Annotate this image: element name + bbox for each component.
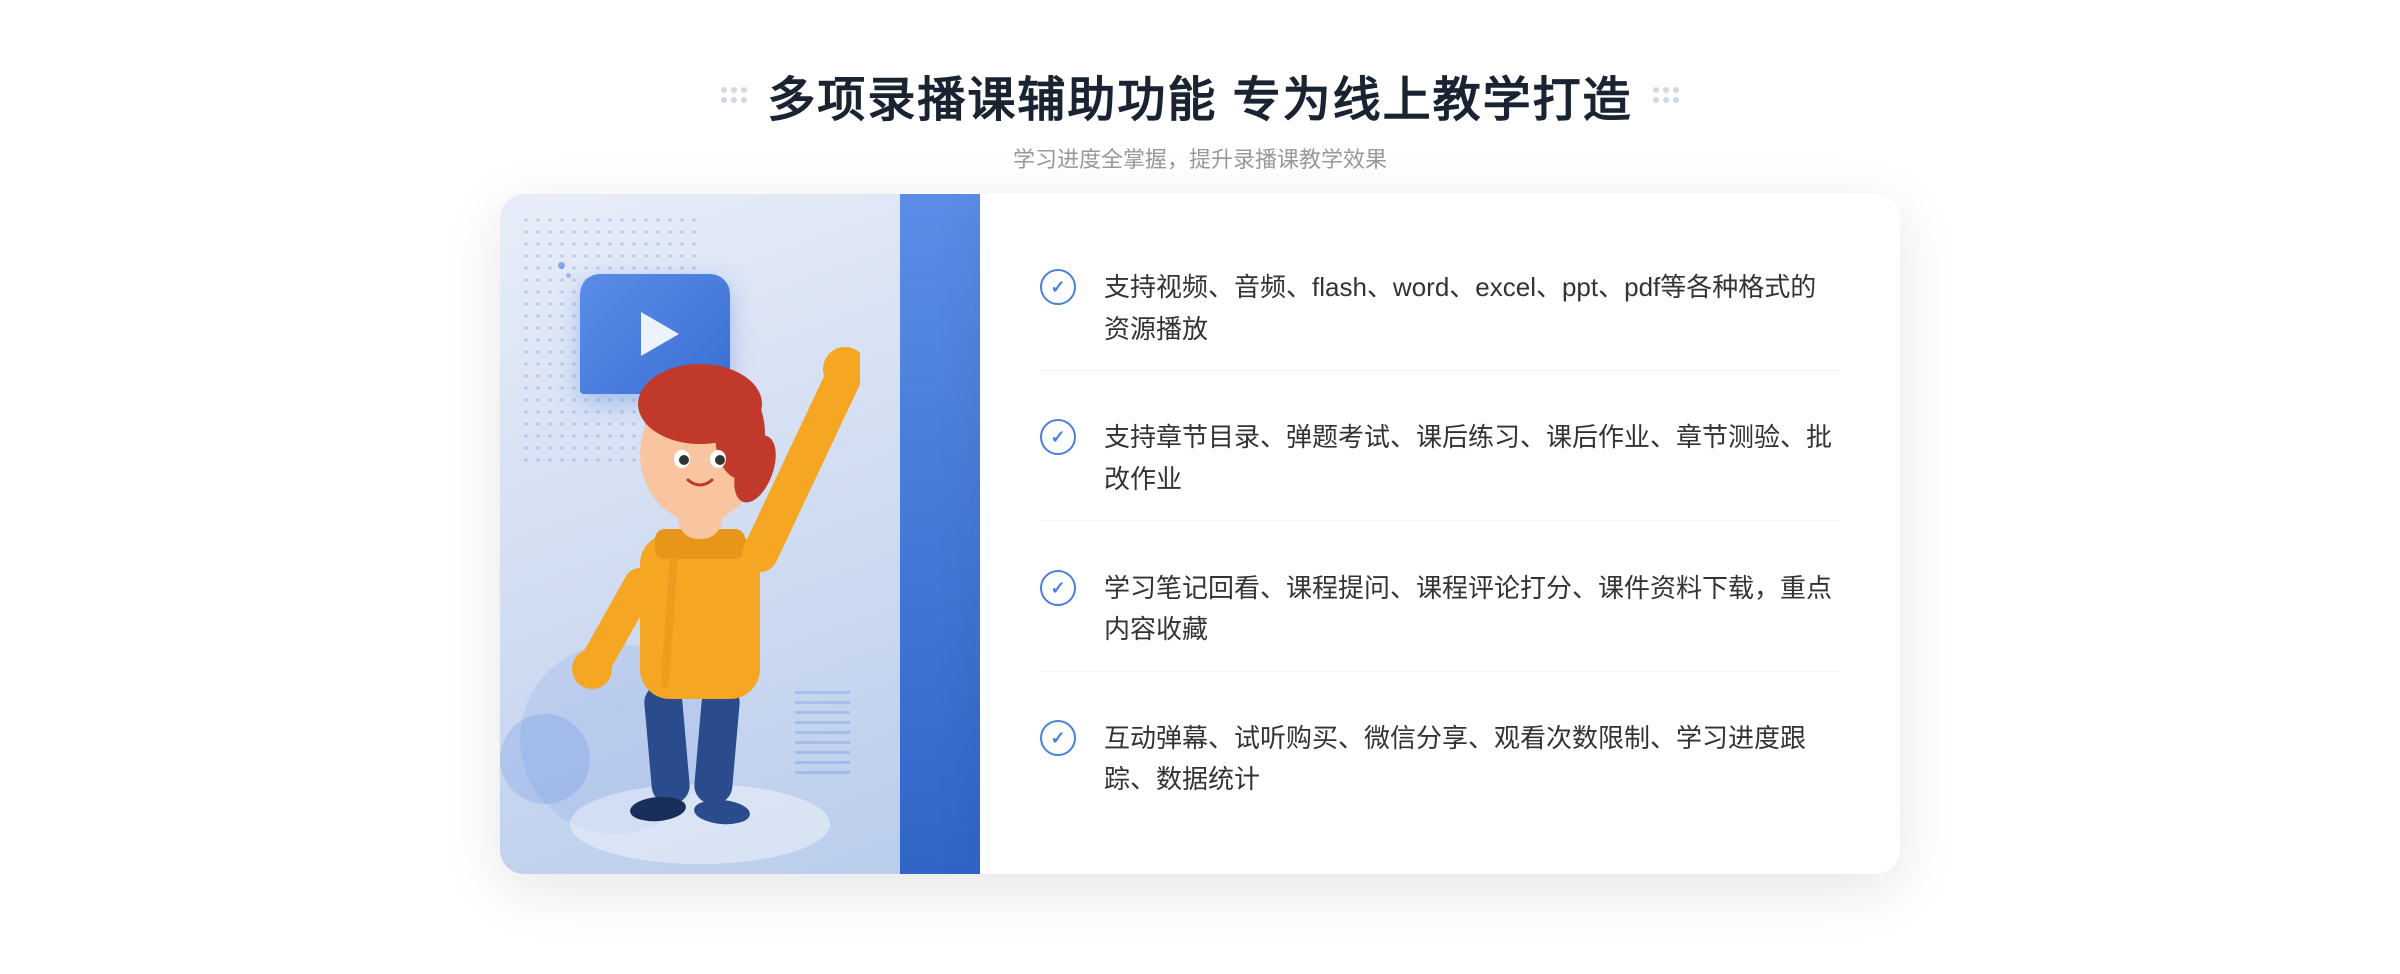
sparkle-top-left: [558, 262, 571, 278]
page-subtitle: 学习进度全掌握，提升录播课教学效果: [721, 142, 1678, 174]
feature-text-1: 支持视频、音频、flash、word、excel、ppt、pdf等各种格式的资源…: [1104, 267, 1840, 350]
right-decorator-icon: [1653, 87, 1679, 103]
check-icon-3: ✓: [1040, 570, 1076, 606]
left-decorator-icon: [721, 87, 747, 103]
feature-item-1: ✓ 支持视频、音频、flash、word、excel、ppt、pdf等各种格式的…: [1040, 247, 1840, 371]
page-container: 多项录播课辅助功能 专为线上教学打造 学习进度全掌握，提升录播课教学效果: [0, 0, 2400, 974]
feature-text-2: 支持章节目录、弹题考试、课后练习、课后作业、章节测验、批改作业: [1104, 417, 1840, 500]
check-icon-4: ✓: [1040, 720, 1076, 756]
right-features-panel: ✓ 支持视频、音频、flash、word、excel、ppt、pdf等各种格式的…: [980, 194, 1900, 874]
feature-text-4: 互动弹幕、试听购买、微信分享、观看次数限制、学习进度跟踪、数据统计: [1104, 718, 1840, 801]
feature-item-3: ✓ 学习笔记回看、课程提问、课程评论打分、课件资料下载，重点内容收藏: [1040, 548, 1840, 672]
check-icon-2: ✓: [1040, 419, 1076, 455]
page-title: 多项录播课辅助功能 专为线上教学打造: [767, 60, 1632, 130]
check-icon-1: ✓: [1040, 269, 1076, 305]
feature-item-4: ✓ 互动弹幕、试听购买、微信分享、观看次数限制、学习进度跟踪、数据统计: [1040, 698, 1840, 821]
blue-sidebar-accent: [900, 194, 980, 874]
left-illustration: «: [500, 194, 980, 874]
main-card: « ✓ 支持视频、音频、flash、word、excel、ppt、pdf等各种格…: [500, 194, 1900, 874]
header-title-row: 多项录播课辅助功能 专为线上教学打造: [721, 60, 1678, 130]
person-illustration: [540, 294, 860, 874]
header-section: 多项录播课辅助功能 专为线上教学打造 学习进度全掌握，提升录播课教学效果: [721, 60, 1678, 174]
feature-item-2: ✓ 支持章节目录、弹题考试、课后练习、课后作业、章节测验、批改作业: [1040, 397, 1840, 521]
feature-text-3: 学习笔记回看、课程提问、课程评论打分、课件资料下载，重点内容收藏: [1104, 568, 1840, 651]
